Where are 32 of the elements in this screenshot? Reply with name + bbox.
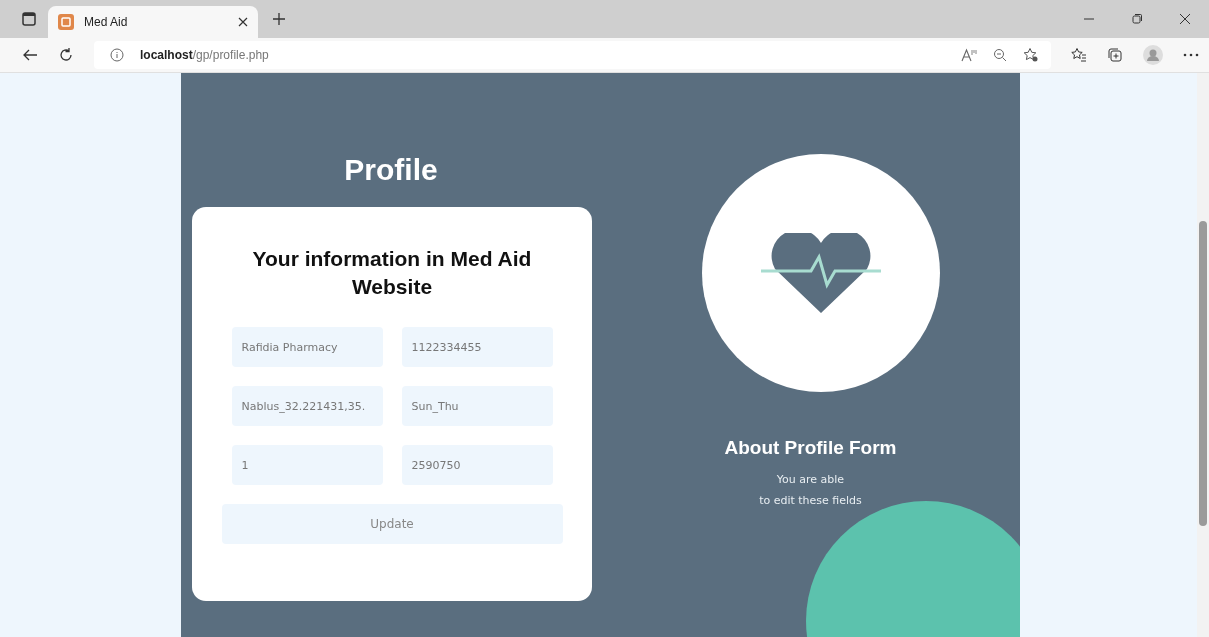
tab-title: Med Aid [84, 15, 129, 29]
info-icon[interactable] [110, 48, 124, 62]
input-field[interactable]: 2590750 [401, 445, 553, 485]
heartbeat-icon [760, 233, 881, 313]
input-field[interactable]: 1122334455 [401, 327, 553, 367]
refresh-icon[interactable] [58, 47, 74, 63]
back-icon[interactable] [22, 47, 38, 63]
address-bar[interactable]: localhost/gp/profile.php [94, 41, 1051, 69]
input-field[interactable]: Sun_Thu [401, 386, 553, 426]
restore-icon[interactable] [1131, 13, 1143, 25]
about-text: You are able [776, 473, 845, 486]
input-field[interactable]: Nablus_32.221431,35. [231, 386, 383, 426]
input-field[interactable]: 1 [231, 445, 383, 485]
close-icon[interactable] [1179, 13, 1191, 25]
close-tab-icon[interactable] [238, 17, 248, 27]
update-button[interactable]: Update [221, 504, 563, 544]
favorites-icon[interactable] [1071, 47, 1087, 63]
collections-icon[interactable] [1107, 47, 1123, 63]
read-aloud-icon[interactable] [961, 48, 977, 62]
input-field[interactable]: Rafidia Pharmacy [231, 327, 383, 367]
more-icon[interactable] [1183, 53, 1199, 57]
zoom-out-icon[interactable] [993, 48, 1007, 62]
url-text: localhost/gp/profile.php [140, 48, 269, 62]
favorite-star-icon[interactable] [1023, 47, 1039, 63]
browser-tab[interactable]: Med Aid [48, 6, 258, 38]
about-text: to edit these fields [759, 494, 862, 507]
page-title: Profile [344, 153, 438, 187]
form-heading: Your information in Med Aid Website [251, 246, 533, 300]
profile-avatar-icon[interactable] [1143, 45, 1163, 65]
tab-actions-icon[interactable] [22, 12, 36, 26]
about-heading: About Profile Form [724, 437, 897, 459]
site-favicon-icon [58, 14, 74, 30]
